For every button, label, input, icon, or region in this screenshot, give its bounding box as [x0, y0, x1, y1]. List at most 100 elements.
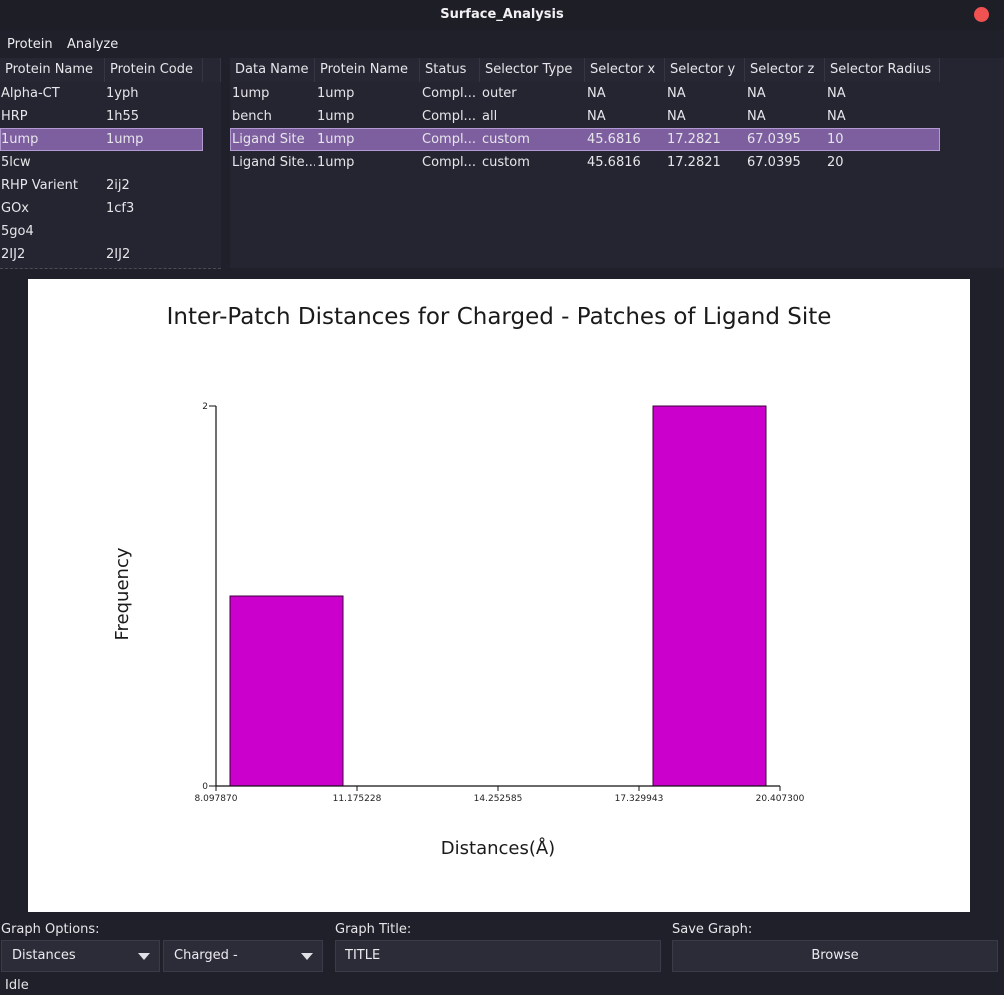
chevron-down-icon — [301, 953, 313, 960]
protein-code-cell: 2ij2 — [106, 178, 130, 193]
protein-code-cell: 1ump — [106, 132, 144, 147]
data-table-row[interactable]: Ligand Site... 1ump Compl... custom 45.6816 1… — [230, 151, 940, 174]
protein-name-cell: Alpha-CT — [1, 86, 60, 101]
selector-x-cell: 45.6816 — [587, 155, 641, 170]
selector-radius-cell: 20 — [827, 155, 844, 170]
patch-type-dropdown[interactable]: Charged - — [163, 940, 323, 972]
protein-name-cell: 5go4 — [1, 224, 34, 239]
protein-code-cell: 1yph — [106, 86, 139, 101]
protein-table-row[interactable]: 5lcw — [0, 151, 203, 174]
protein-name-cell: HRP — [1, 109, 28, 124]
column-header-selector-x[interactable]: Selector x — [585, 58, 665, 82]
column-header-protein-code[interactable]: Protein Code — [105, 58, 203, 82]
data-name-cell: Ligand Site... — [232, 155, 315, 170]
patch-type-value: Charged - — [174, 948, 238, 963]
save-graph-label: Save Graph: — [672, 922, 753, 937]
chevron-down-icon — [138, 953, 150, 960]
menu-analyze[interactable]: Analyze — [67, 37, 118, 52]
column-header-selector-y[interactable]: Selector y — [665, 58, 745, 82]
x-tick-label: 8.097870 — [195, 794, 238, 804]
protein-code-cell: 1h55 — [106, 109, 140, 124]
protein-table-row[interactable]: HRP 1h55 — [0, 105, 203, 128]
data-name-cell: 1ump — [232, 86, 270, 101]
column-header-selector-type[interactable]: Selector Type — [480, 58, 585, 82]
selector-x-cell: NA — [587, 86, 606, 101]
column-header-protein-name[interactable]: Protein Name — [315, 58, 420, 82]
selector-x-cell: NA — [587, 109, 606, 124]
protein-table-row[interactable]: 5go4 — [0, 220, 203, 243]
protein-name-cell: GOx — [1, 201, 29, 216]
histogram-bar — [229, 595, 344, 787]
column-header-status[interactable]: Status — [420, 58, 480, 82]
column-header-blank[interactable] — [203, 58, 221, 82]
histogram-bar — [652, 405, 767, 787]
selector-z-cell: NA — [747, 86, 766, 101]
protein-table-header: Protein Name Protein Code — [0, 58, 221, 82]
title-bar: Surface_Analysis — [0, 0, 1004, 30]
selector-y-cell: 17.2821 — [667, 132, 721, 147]
protein-name-cell: 1ump — [317, 109, 355, 124]
x-tick-label: 20.407300 — [756, 794, 805, 804]
data-table-row[interactable]: Ligand Site 1ump Compl... custom 45.6816 17.2… — [230, 128, 940, 151]
data-table: Data Name Protein Name Status Selector T… — [230, 58, 1004, 268]
histogram-chart: Inter-Patch Distances for Charged - Patc… — [28, 279, 970, 912]
chart-title: Inter-Patch Distances for Charged - Patc… — [167, 304, 832, 330]
protein-code-cell — [105, 151, 203, 174]
selector-radius-cell: NA — [827, 109, 846, 124]
protein-name-cell: 1ump — [317, 86, 355, 101]
chart-svg: Inter-Patch Distances for Charged - Patc… — [112, 304, 832, 859]
column-header-selector-z[interactable]: Selector z — [745, 58, 825, 82]
x-axis-label: Distances(Å) — [441, 837, 555, 859]
browse-button[interactable]: Browse — [672, 940, 998, 972]
selector-z-cell: NA — [747, 109, 766, 124]
selector-radius-cell: NA — [827, 86, 846, 101]
protein-name-cell: RHP Varient — [1, 178, 78, 193]
close-button[interactable] — [974, 7, 989, 22]
graph-type-value: Distances — [12, 948, 76, 963]
selector-y-cell: NA — [667, 109, 686, 124]
y-tick-label: 0 — [202, 782, 208, 792]
status-cell: Compl... — [422, 109, 476, 124]
status-cell: Compl... — [422, 155, 476, 170]
column-header-data-name[interactable]: Data Name — [230, 58, 315, 82]
data-table-header: Data Name Protein Name Status Selector T… — [230, 58, 940, 82]
protein-name-cell: 1ump — [1, 132, 39, 147]
selector-z-cell: 67.0395 — [747, 132, 801, 147]
column-header-protein-name[interactable]: Protein Name — [0, 58, 105, 82]
selector-type-cell: custom — [482, 132, 530, 147]
protein-code-cell — [105, 220, 203, 243]
protein-code-cell: 1cf3 — [106, 201, 135, 216]
protein-name-cell: 1ump — [317, 132, 355, 147]
selector-type-cell: all — [482, 109, 498, 124]
x-tick-label: 11.175228 — [333, 794, 382, 804]
data-table-row[interactable]: bench 1ump Compl... all NA NA NA NA — [230, 105, 940, 128]
selector-y-cell: NA — [667, 86, 686, 101]
protein-table-row[interactable]: 2IJ2 2IJ2 — [0, 243, 203, 266]
data-name-cell: bench — [232, 109, 272, 124]
protein-table: Protein Name Protein Code Alpha-CT 1yph HR… — [0, 58, 221, 269]
selector-type-cell: outer — [482, 86, 517, 101]
status-text: Idle — [5, 978, 29, 993]
y-axis-label: Frequency — [112, 547, 133, 640]
selector-y-cell: 17.2821 — [667, 155, 721, 170]
column-header-selector-radius[interactable]: Selector Radius — [825, 58, 940, 82]
protein-name-cell: 5lcw — [1, 155, 31, 170]
window-title: Surface_Analysis — [440, 7, 564, 22]
protein-name-cell: 1ump — [317, 155, 355, 170]
y-tick-label: 2 — [202, 402, 208, 412]
protein-table-row[interactable]: Alpha-CT 1yph — [0, 82, 203, 105]
x-tick-label: 14.252585 — [474, 794, 523, 804]
graph-title-label: Graph Title: — [335, 922, 412, 937]
protein-table-row[interactable]: 1ump 1ump — [0, 128, 203, 151]
status-cell: Compl... — [422, 86, 476, 101]
selector-type-cell: custom — [482, 155, 530, 170]
graph-options-label: Graph Options: — [1, 922, 100, 937]
selector-z-cell: 67.0395 — [747, 155, 801, 170]
protein-table-row[interactable]: GOx 1cf3 — [0, 197, 203, 220]
data-table-row[interactable]: 1ump 1ump Compl... outer NA NA NA NA — [230, 82, 940, 105]
graph-title-input[interactable]: TITLE — [335, 940, 661, 972]
protein-name-cell: 2IJ2 — [1, 247, 26, 262]
protein-table-row[interactable]: RHP Varient 2ij2 — [0, 174, 203, 197]
menu-protein[interactable]: Protein — [7, 37, 53, 52]
graph-type-dropdown[interactable]: Distances — [1, 940, 160, 972]
